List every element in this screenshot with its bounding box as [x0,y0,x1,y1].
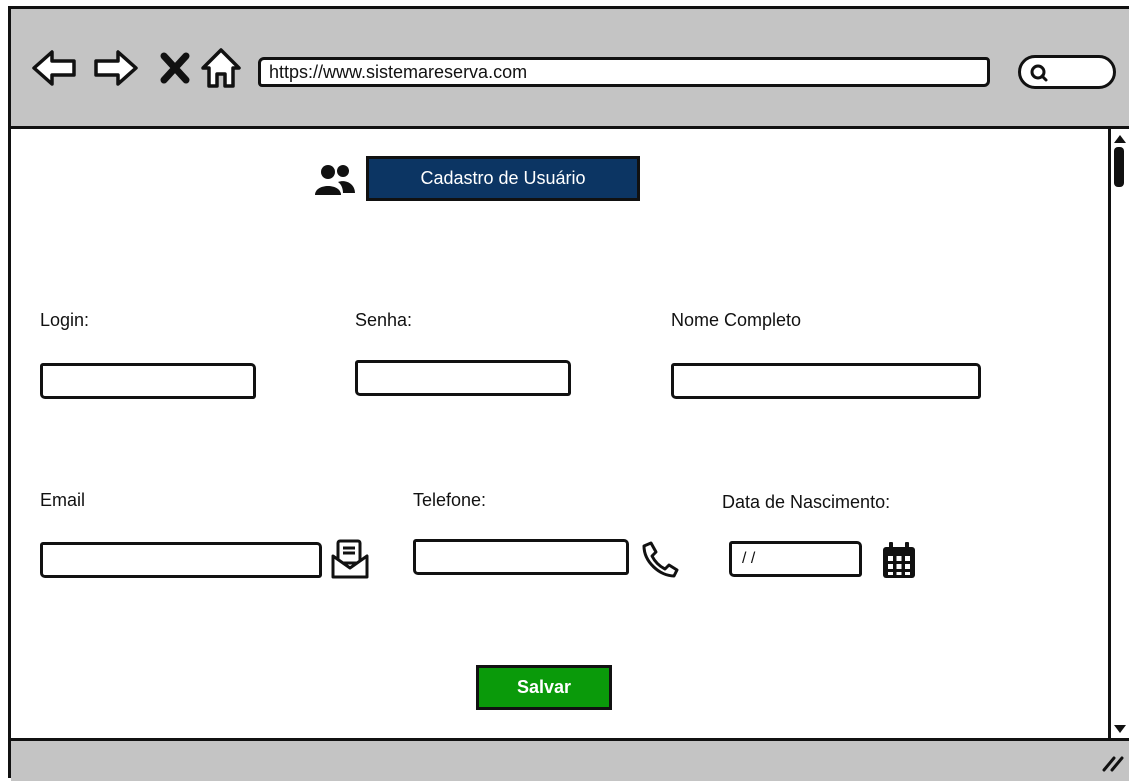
home-icon[interactable] [197,44,245,92]
telefone-label: Telefone: [413,490,487,510]
phone-icon [642,541,679,578]
senha-label: Senha: [355,310,413,330]
users-icon [315,165,355,195]
calendar-icon[interactable] [880,540,918,580]
search-field[interactable] [1018,55,1116,89]
mail-icon [331,539,369,579]
vertical-scrollbar[interactable] [1108,129,1129,738]
url-field[interactable]: https://www.sistemareserva.com [258,57,990,87]
back-arrow-icon[interactable] [30,44,78,92]
forward-arrow-icon[interactable] [92,44,140,92]
page-title: Cadastro de Usuário [366,156,640,201]
senha-input[interactable] [355,360,571,396]
email-label: Email [40,490,86,510]
scroll-up-icon[interactable] [1113,133,1127,145]
scroll-down-icon[interactable] [1113,723,1127,735]
telefone-input[interactable] [413,539,629,575]
nascimento-input[interactable]: / / [729,541,862,577]
save-button[interactable]: Salvar [476,665,612,710]
nome-completo-input[interactable] [671,363,981,399]
resize-grip-icon[interactable] [1100,752,1124,772]
nascimento-label: Data de Nascimento: [722,492,891,512]
email-input[interactable] [40,542,322,578]
login-input[interactable] [40,363,256,399]
scrollbar-thumb[interactable] [1114,147,1124,187]
login-label: Login: [40,310,90,330]
nome-completo-label: Nome Completo [671,310,802,330]
close-icon[interactable] [152,44,200,92]
search-icon [1030,64,1048,82]
